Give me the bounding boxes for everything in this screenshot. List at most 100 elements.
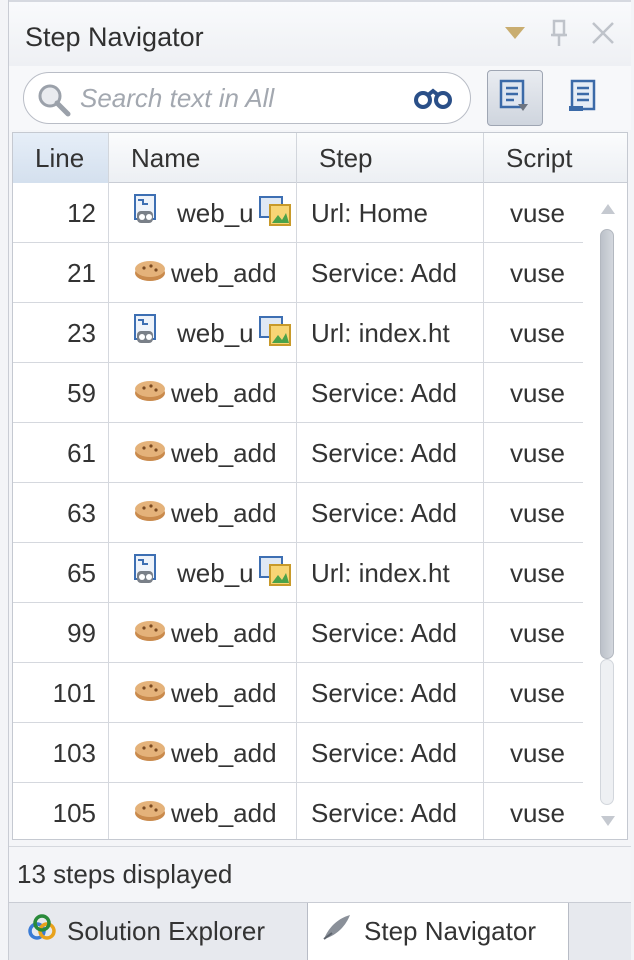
cell-name: web_u — [109, 303, 297, 363]
table-row[interactable]: 105 web_add Service: Add vuse — [13, 783, 583, 839]
cell-script: vuse — [510, 797, 565, 828]
cell-step: Url: Home — [297, 183, 484, 243]
grid-rows: 12 web_u Url: Home vuse 21 web_add Service: Ad… — [13, 183, 583, 839]
column-header-step[interactable]: Step — [297, 133, 484, 183]
table-row[interactable]: 65 web_u Url: index.ht vuse — [13, 543, 583, 603]
screenshot-icon — [258, 553, 292, 594]
cell-name: web_add — [109, 663, 297, 723]
cell-name-text: web_add — [171, 257, 277, 288]
cookie-icon — [133, 617, 167, 650]
cell-script: vuse — [510, 617, 565, 648]
cell-step: Service: Add — [297, 723, 484, 783]
cell-step: Service: Add — [297, 363, 484, 423]
cell-line: 23 — [13, 303, 109, 363]
search-input[interactable] — [80, 81, 400, 115]
cell-name: web_add — [109, 243, 297, 303]
status-text: 13 steps displayed — [17, 859, 233, 889]
cell-step: Service: Add — [297, 483, 484, 543]
tab-step-navigator[interactable]: Step Navigator — [307, 903, 569, 960]
table-row[interactable]: 61 web_add Service: Add vuse — [13, 423, 583, 483]
table-row[interactable]: 63 web_add Service: Add vuse — [13, 483, 583, 543]
cell-name: web_u — [109, 183, 297, 243]
cell-name-text: web_u — [177, 557, 254, 588]
scroll-thumb[interactable] — [600, 229, 614, 659]
cell-line: 103 — [13, 723, 109, 783]
cookie-icon — [133, 737, 167, 770]
cookie-icon — [133, 257, 167, 290]
vertical-scrollbar[interactable] — [587, 183, 627, 839]
cell-script: vuse — [510, 497, 565, 528]
scroll-down-icon[interactable] — [601, 813, 615, 831]
cookie-icon — [133, 437, 167, 470]
filter-view-button[interactable] — [487, 70, 543, 126]
cell-script: vuse — [510, 737, 565, 768]
tab-label: Solution Explorer — [67, 915, 265, 946]
panel-title: Step Navigator — [25, 22, 204, 52]
cell-name: web_add — [109, 363, 297, 423]
search-box[interactable] — [23, 72, 471, 124]
cell-line: 59 — [13, 363, 109, 423]
cell-script: vuse — [510, 197, 565, 228]
cell-name: web_u — [109, 543, 297, 603]
tab-label: Step Navigator — [364, 916, 536, 946]
step-navigator-icon — [320, 913, 354, 950]
cell-name-text: web_add — [171, 737, 277, 768]
table-row[interactable]: 99 web_add Service: Add vuse — [13, 603, 583, 663]
dropdown-icon[interactable] — [501, 18, 529, 48]
cell-name-text: web_add — [171, 677, 277, 708]
cell-name-text: web_add — [171, 617, 277, 648]
cell-line: 61 — [13, 423, 109, 483]
step-toolbar — [9, 66, 631, 130]
pin-icon[interactable] — [545, 18, 573, 48]
cell-script: vuse — [510, 437, 565, 468]
cookie-icon — [133, 797, 167, 830]
table-row[interactable]: 21 web_add Service: Add vuse — [13, 243, 583, 303]
screenshot-icon — [258, 313, 292, 354]
table-row[interactable]: 101 web_add Service: Add vuse — [13, 663, 583, 723]
cell-name-text: web_u — [177, 317, 254, 348]
cell-name-text: web_add — [171, 797, 277, 828]
table-row[interactable]: 59 web_add Service: Add vuse — [13, 363, 583, 423]
table-row[interactable]: 23 web_u Url: index.ht vuse — [13, 303, 583, 363]
cell-step: Url: index.ht — [297, 303, 484, 363]
script-view-button[interactable] — [555, 70, 611, 126]
cell-step: Service: Add — [297, 243, 484, 303]
column-header-name[interactable]: Name — [109, 133, 297, 183]
table-row[interactable]: 103 web_add Service: Add vuse — [13, 723, 583, 783]
cell-name: web_add — [109, 603, 297, 663]
cookie-icon — [133, 677, 167, 710]
tab-solution-explorer[interactable]: Solution Explorer — [15, 903, 305, 959]
column-header-line[interactable]: Line — [13, 133, 109, 183]
title-actions — [501, 18, 617, 48]
cell-line: 105 — [13, 783, 109, 839]
cookie-icon — [133, 377, 167, 410]
cell-name: web_add — [109, 483, 297, 543]
cell-script: vuse — [510, 557, 565, 588]
table-row[interactable]: 12 web_u Url: Home vuse — [13, 183, 583, 243]
url-step-icon — [133, 553, 173, 594]
cell-name: web_add — [109, 783, 297, 839]
cell-script: vuse — [510, 317, 565, 348]
binoculars-icon[interactable] — [414, 85, 452, 116]
step-navigator-panel: Step Navigator Search text in All Line N… — [8, 0, 631, 960]
scroll-track[interactable] — [600, 659, 614, 805]
close-icon[interactable] — [589, 18, 617, 48]
cell-step: Service: Add — [297, 423, 484, 483]
cell-line: 12 — [13, 183, 109, 243]
cell-step: Service: Add — [297, 663, 484, 723]
grid-header: Line Name Step Script — [13, 133, 627, 183]
cell-step: Url: index.ht — [297, 543, 484, 603]
search-icon — [36, 82, 72, 123]
cell-name-text: web_add — [171, 437, 277, 468]
column-header-script[interactable]: Script — [484, 133, 627, 183]
cookie-icon — [133, 497, 167, 530]
url-step-icon — [133, 193, 173, 234]
filter-view-icon — [498, 78, 532, 119]
url-step-icon — [133, 313, 173, 354]
steps-grid: Line Name Step Script 12 web_u Url: Home vu… — [12, 132, 628, 840]
cell-step: Service: Add — [297, 603, 484, 663]
cell-name-text: web_u — [177, 197, 254, 228]
scroll-up-icon[interactable] — [601, 201, 615, 219]
cell-script: vuse — [510, 677, 565, 708]
cell-line: 63 — [13, 483, 109, 543]
